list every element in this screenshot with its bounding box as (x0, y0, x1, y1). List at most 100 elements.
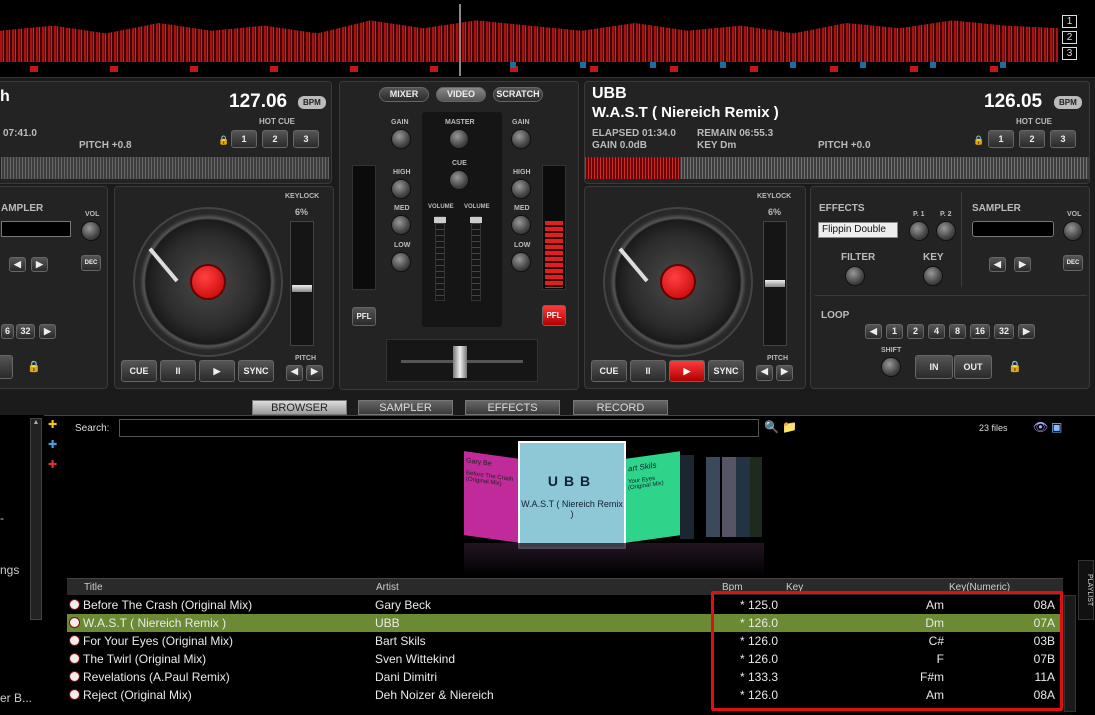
left-loop-32[interactable]: 32 (16, 324, 35, 339)
right-volume-fader[interactable] (470, 216, 482, 301)
folder-item[interactable]: - (0, 511, 4, 525)
shift-knob[interactable] (881, 357, 901, 377)
cover-stack[interactable] (722, 457, 736, 537)
left-hotcue-3[interactable]: 3 (293, 130, 319, 148)
left-med-knob[interactable] (391, 215, 411, 235)
loop-prev-button[interactable]: ◀ (865, 324, 882, 339)
folder-icon[interactable]: 📁 (782, 420, 797, 434)
left-sync-button[interactable]: SYNC (238, 360, 274, 382)
loop-16-button[interactable]: 16 (970, 324, 990, 339)
right-play-button[interactable]: ▶ (669, 360, 705, 382)
effect-select[interactable]: Flippin Double (818, 222, 898, 238)
left-gain-knob[interactable] (391, 129, 411, 149)
loop-8-button[interactable]: 8 (949, 324, 966, 339)
right-cue-button[interactable]: CUE (591, 360, 627, 382)
left-vol-knob[interactable] (81, 221, 101, 241)
left-pause-button[interactable]: II (160, 360, 196, 382)
loop-2-button[interactable]: 2 (907, 324, 924, 339)
loop-next-button[interactable]: ▶ (1018, 324, 1035, 339)
deck-3-selector[interactable]: 3 (1062, 47, 1077, 60)
right-hotcue-2[interactable]: 2 (1019, 130, 1045, 148)
right-sampler-select[interactable] (972, 221, 1054, 237)
folder-scrollbar[interactable]: ▲ (30, 418, 42, 620)
overview-waveform[interactable]: 1 2 3 (0, 0, 1095, 78)
left-hotcue-1[interactable]: 1 (231, 130, 257, 148)
left-play-button[interactable]: ▶ (199, 360, 235, 382)
left-jog-wheel[interactable] (133, 207, 283, 357)
left-pitch-up[interactable]: ▶ (306, 365, 323, 381)
master-knob[interactable] (449, 129, 469, 149)
tab-mixer[interactable]: MIXER (379, 87, 429, 102)
left-pitch-down[interactable]: ◀ (286, 365, 303, 381)
tab-scratch[interactable]: SCRATCH (493, 87, 543, 102)
tab-sampler[interactable]: SAMPLER (358, 400, 453, 415)
add-favorite-folder-icon[interactable]: ✚ (48, 418, 57, 431)
key-knob[interactable] (923, 266, 943, 286)
folder-item[interactable]: ngs (0, 563, 19, 577)
tab-effects[interactable]: EFFECTS (465, 400, 560, 415)
right-gain-knob[interactable] (511, 129, 531, 149)
loop-out-button[interactable]: OUT (954, 355, 992, 379)
filter-knob[interactable] (845, 266, 865, 286)
right-sync-button[interactable]: SYNC (708, 360, 744, 382)
left-bpm-tag[interactable]: BPM (298, 96, 326, 109)
cover-stack[interactable] (736, 457, 750, 537)
cue-mix-knob[interactable] (449, 170, 469, 190)
crossfader-track[interactable] (386, 339, 538, 382)
tab-browser[interactable]: BROWSER (252, 400, 347, 415)
left-cue-button[interactable]: CUE (121, 360, 157, 382)
loop-in-button[interactable]: IN (915, 355, 953, 379)
p2-knob[interactable] (936, 221, 956, 241)
deck-2-selector[interactable]: 2 (1062, 31, 1077, 44)
add-filter-icon[interactable]: ✚ (48, 458, 57, 471)
tab-video[interactable]: VIDEO (436, 87, 486, 102)
right-pitch-down[interactable]: ◀ (756, 365, 773, 381)
cover-stack[interactable] (680, 455, 694, 539)
track-list-scrollbar[interactable] (1064, 595, 1076, 712)
right-bpm-tag[interactable]: BPM (1054, 96, 1082, 109)
left-high-knob[interactable] (391, 179, 411, 199)
left-sampler-next[interactable]: ▶ (31, 257, 48, 272)
loop-32-button[interactable]: 32 (994, 324, 1014, 339)
cover-stack[interactable] (706, 457, 720, 537)
right-pitch-up[interactable]: ▶ (776, 365, 793, 381)
left-sampler-prev[interactable]: ◀ (9, 257, 26, 272)
right-vol-knob[interactable] (1063, 221, 1083, 241)
right-med-knob[interactable] (511, 215, 531, 235)
add-playlist-icon[interactable]: ✚ (48, 438, 57, 451)
left-volume-fader[interactable] (434, 216, 446, 301)
right-high-knob[interactable] (511, 179, 531, 199)
right-dec-button[interactable]: DEC (1063, 255, 1083, 271)
left-sampler-select[interactable] (1, 221, 71, 237)
deck-1-selector[interactable]: 1 (1062, 15, 1077, 28)
column-title[interactable]: Title (84, 582, 103, 593)
left-hotcue-2[interactable]: 2 (262, 130, 288, 148)
left-track-waveform[interactable] (1, 157, 329, 179)
left-loop-6[interactable]: 6 (1, 324, 14, 339)
p1-knob[interactable] (909, 221, 929, 241)
eye-icon[interactable]: 👁 (1033, 420, 1048, 434)
right-pitch-slider[interactable] (763, 221, 787, 346)
loop-1-button[interactable]: 1 (886, 324, 903, 339)
left-pitch-handle[interactable] (292, 285, 312, 292)
right-low-knob[interactable] (511, 252, 531, 272)
search-options-icon[interactable]: 🔍 (764, 420, 779, 434)
right-jog-wheel[interactable] (603, 207, 753, 357)
column-artist[interactable]: Artist (376, 582, 399, 593)
loop-4-button[interactable]: 4 (928, 324, 945, 339)
right-pitch-handle[interactable] (765, 280, 785, 287)
folder-item[interactable]: er B... (0, 691, 32, 705)
right-hotcue-3[interactable]: 3 (1050, 130, 1076, 148)
crossfader-handle[interactable] (453, 346, 467, 378)
right-sampler-next[interactable]: ▶ (1014, 257, 1031, 272)
right-sampler-prev[interactable]: ◀ (989, 257, 1006, 272)
cover-stack[interactable] (750, 457, 762, 537)
left-loop-out[interactable] (0, 355, 13, 379)
right-hotcue-1[interactable]: 1 (988, 130, 1014, 148)
cover-center[interactable]: UBB W.A.S.T ( Niereich Remix ) (518, 441, 626, 549)
cover-left[interactable]: Gary Be Before The Crash (Original Mix) (464, 451, 520, 543)
playlist-side-tab[interactable]: PLAYLIST (1078, 560, 1094, 620)
left-pitch-slider[interactable] (290, 221, 314, 346)
left-dec-button[interactable]: DEC (81, 255, 101, 271)
right-pause-button[interactable]: II (630, 360, 666, 382)
